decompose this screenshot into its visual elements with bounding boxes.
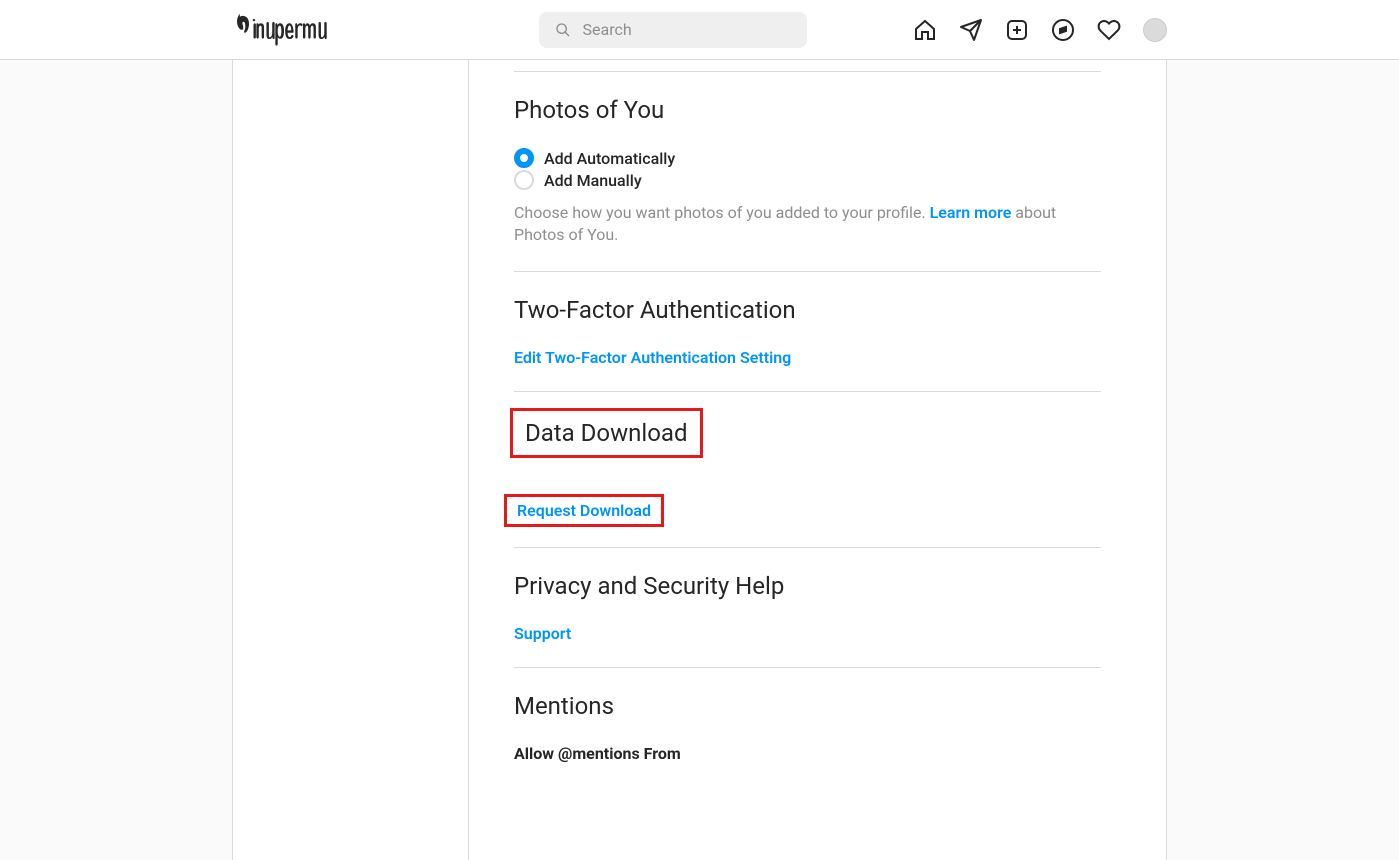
explore-icon[interactable]: [1051, 18, 1075, 42]
radio-label-auto: Add Automatically: [544, 149, 675, 168]
highlight-box-link: Request Download: [504, 494, 664, 527]
activity-icon[interactable]: [1097, 18, 1121, 42]
mentions-section: Mentions Allow @mentions From: [514, 668, 1101, 787]
highlight-box-heading: Data Download: [510, 408, 703, 458]
mentions-heading: Mentions: [514, 692, 1101, 720]
two-factor-section: Two-Factor Authentication Edit Two-Facto…: [514, 272, 1101, 392]
search-box[interactable]: [539, 12, 807, 48]
nav-icons: [913, 18, 1167, 42]
radio-add-automatically[interactable]: Add Automatically: [514, 148, 1101, 168]
support-link[interactable]: Support: [514, 624, 571, 643]
top-nav-inner: [212, 0, 1187, 59]
learn-more-link[interactable]: Learn more: [930, 203, 1012, 222]
search-input[interactable]: [583, 20, 791, 39]
radio-add-manually[interactable]: Add Manually: [514, 170, 1101, 190]
privacy-help-section: Privacy and Security Help Support: [514, 548, 1101, 668]
data-download-section: Data Download Request Download: [514, 392, 1101, 548]
radio-label-manual: Add Manually: [544, 171, 642, 190]
top-nav: [0, 0, 1399, 60]
settings-sidebar: [233, 60, 469, 860]
edit-two-factor-link[interactable]: Edit Two-Factor Authentication Setting: [514, 348, 791, 367]
profile-avatar[interactable]: [1143, 18, 1167, 42]
mentions-subhead: Allow @mentions From: [514, 744, 1101, 763]
privacy-help-heading: Privacy and Security Help: [514, 572, 1101, 600]
request-download-link[interactable]: Request Download: [517, 501, 651, 520]
radio-unchecked-icon: [514, 170, 534, 190]
radio-checked-icon: [514, 148, 534, 168]
search-container: [539, 12, 807, 48]
logo[interactable]: [232, 10, 432, 50]
photos-of-you-heading: Photos of You: [514, 96, 1101, 124]
hint-prefix: Choose how you want photos of you added …: [514, 203, 930, 222]
messages-icon[interactable]: [959, 18, 983, 42]
home-icon[interactable]: [913, 18, 937, 42]
settings-content: Photos of You Add Automatically Add Manu…: [469, 60, 1166, 860]
instagram-logo-icon: [232, 10, 335, 46]
photos-of-you-hint: Choose how you want photos of you added …: [514, 202, 1101, 247]
section-divider: [514, 60, 1101, 72]
data-download-heading: Data Download: [514, 416, 1101, 474]
photos-of-you-section: Photos of You Add Automatically Add Manu…: [514, 72, 1101, 272]
new-post-icon[interactable]: [1005, 18, 1029, 42]
settings-page: Photos of You Add Automatically Add Manu…: [232, 60, 1167, 860]
two-factor-heading: Two-Factor Authentication: [514, 296, 1101, 324]
search-icon: [555, 22, 571, 38]
